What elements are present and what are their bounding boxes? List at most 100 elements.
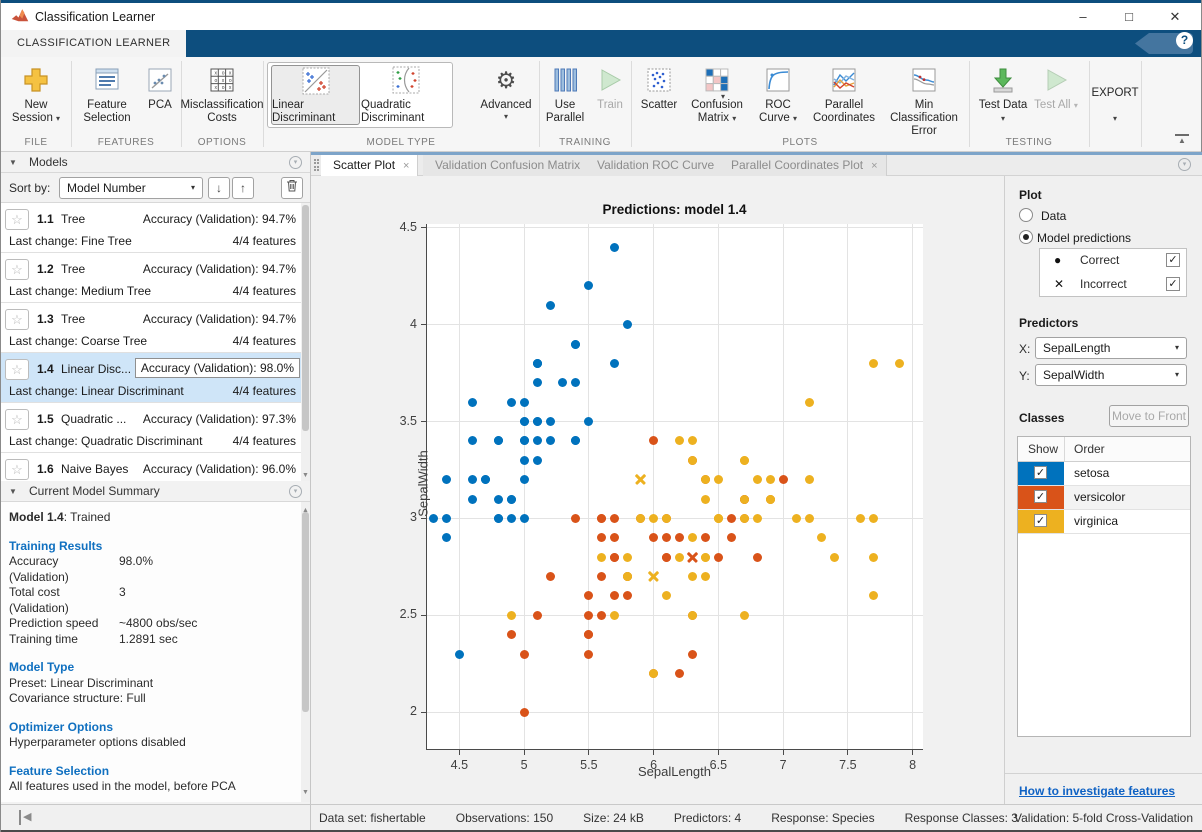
model-list-scrollbar[interactable]: ▼ [301,203,310,481]
collapse-ribbon-button[interactable]: ▲ [1175,134,1189,145]
model-item-1-4-selected[interactable]: ☆ 1.4 Linear Disc... Accuracy (Validatio… [1,353,310,403]
incorrect-checkbox[interactable]: ✓ [1166,277,1180,291]
chart-axes[interactable]: 4.5 5 5.5 6 6.5 7 7.5 8 2 2.5 3 3.5 4 4.5 [400,220,923,772]
correct-checkbox[interactable]: ✓ [1166,253,1180,267]
tabbar-grip[interactable] [314,159,319,171]
model-item-1-3[interactable]: ☆ 1.3 Tree Accuracy (Validation): 94.7% … [1,303,310,353]
class-row-versicolor[interactable]: ✓ versicolor [1018,486,1190,510]
x-predictor-select[interactable]: SepalLength ▾ [1035,337,1187,359]
scroll-down-icon[interactable]: ▼ [301,472,310,479]
chart-title: Predictions: model 1.4 [602,202,747,217]
data-point [467,494,477,504]
data-point [545,300,555,310]
ribbon-section-testing: Test Data ▾ Test All ▾ TESTING [969,57,1089,151]
summary-scrollbar[interactable]: ▲ ▼ [301,502,310,802]
data-point [493,436,503,446]
model-item-1-5[interactable]: ☆ 1.5 Quadratic ... Accuracy (Validation… [1,403,310,453]
data-point [532,436,542,446]
collapse-triangle-icon[interactable]: ▼ [9,481,17,502]
test-data-button[interactable]: Test Data ▾ [977,61,1029,125]
help-icon[interactable]: ? [1176,32,1193,49]
roc-curve-button[interactable]: ROC Curve ▾ [751,61,805,125]
radio-model-predictions-label[interactable]: Model predictions [1037,231,1131,245]
quadratic-discriminant-button[interactable]: Quadratic Discriminant [361,65,450,125]
close-button[interactable]: ✕ [1153,3,1197,30]
plot-controls-panel: Plot Data Model predictions ● Correct ✓ … [1004,176,1202,804]
delete-model-button[interactable] [281,177,303,199]
misclassification-costs-button[interactable]: xoxoxoxox Misclassification Costs [180,61,264,125]
data-point [584,591,594,601]
model-item-1-2[interactable]: ☆ 1.2 Tree Accuracy (Validation): 94.7% … [1,253,310,303]
model-item-1-1[interactable]: ☆ 1.1 Tree Accuracy (Validation): 94.7% … [1,203,310,253]
scroll-down-icon[interactable]: ▼ [301,785,310,801]
sort-descending-button[interactable]: ↓ [208,177,230,199]
feature-selection-button[interactable]: Feature Selection [75,61,139,125]
show-class-checkbox[interactable]: ✓ [1034,490,1047,503]
scrollbar-thumb[interactable] [302,205,309,431]
collapse-triangle-icon[interactable]: ▼ [9,152,17,173]
sort-select[interactable]: Model Number ▾ [59,177,203,199]
pca-button[interactable]: PCA [141,61,179,112]
linear-discriminant-button[interactable]: Linear Discriminant [271,65,360,125]
favorite-star-button[interactable]: ☆ [5,259,29,280]
model-features: 4/4 features [232,234,296,248]
favorite-star-button[interactable]: ☆ [5,209,29,230]
scatter-button[interactable]: Scatter [635,61,683,112]
data-point [610,552,620,562]
panel-options-icon[interactable]: ▾ [289,485,302,498]
favorite-star-button[interactable]: ☆ [5,409,29,430]
data-point [441,533,451,543]
minimize-button[interactable]: – [1061,3,1105,30]
data-point [649,436,659,446]
ribbon-section-features: Feature Selection PCA FEATURES [71,57,181,151]
new-session-button[interactable]: New Session ▾ [5,61,67,125]
model-name: Tree [61,212,86,226]
use-parallel-button[interactable]: Use Parallel [541,61,589,125]
radio-model-predictions[interactable] [1019,230,1033,244]
maximize-button[interactable]: □ [1107,3,1151,30]
svg-text:o: o [229,78,232,84]
radio-data-label[interactable]: Data [1041,209,1066,223]
export-button[interactable]: EXPORT ▾ [1089,87,1141,123]
scrollbar-thumb[interactable] [302,512,309,712]
favorite-star-button[interactable]: ☆ [5,309,29,330]
data-point [506,610,516,620]
use-parallel-label: Use Parallel [545,99,585,124]
data-point [584,281,594,291]
tab-validation-confusion-matrix[interactable]: Validation Confusion Matrix× [423,155,604,176]
data-point [726,513,736,523]
show-class-checkbox[interactable]: ✓ [1034,466,1047,479]
close-icon[interactable]: × [871,160,877,172]
min-classification-error-button[interactable]: Min Classification Error [883,61,965,138]
panel-options-icon[interactable]: ▾ [289,156,302,169]
tab-scatter-plot[interactable]: Scatter Plot × [321,155,419,176]
model-item-1-6[interactable]: ☆ 1.6 Naive Bayes Accuracy (Validation):… [1,453,310,481]
sort-ascending-button[interactable]: ↑ [232,177,254,199]
collapse-left-panel-button[interactable]: ◀ [19,810,31,825]
tab-parallel-coordinates-plot[interactable]: Parallel Coordinates Plot × [719,155,887,176]
classification-learner-window: Classification Learner – □ ✕ CLASSIFICAT… [0,0,1202,832]
model-name: Tree [61,262,86,276]
how-to-investigate-features-link[interactable]: How to investigate features [1019,784,1175,798]
class-row-setosa[interactable]: ✓ setosa [1018,462,1190,486]
scroll-up-icon[interactable]: ▲ [301,503,310,519]
close-icon[interactable]: × [403,160,409,172]
section-label-plots: PLOTS [782,137,818,148]
data-point [532,358,542,368]
advanced-button[interactable]: ⚙ Advanced ▾ [475,61,537,122]
y-predictor-select[interactable]: SepalWidth ▾ [1035,364,1187,386]
radio-data[interactable] [1019,208,1033,222]
data-point [649,533,659,543]
class-row-virginica[interactable]: ✓ virginica [1018,510,1190,534]
favorite-star-button[interactable]: ☆ [5,359,29,380]
favorite-star-button[interactable]: ☆ [5,459,29,480]
section-label-training: TRAINING [559,137,611,148]
show-class-checkbox[interactable]: ✓ [1034,514,1047,527]
tab-classification-learner[interactable]: CLASSIFICATION LEARNER [1,30,187,57]
document-tab-bar: Scatter Plot × Validation Confusion Matri… [311,152,1202,176]
parallel-coordinates-button[interactable]: Parallel Coordinates [807,61,881,125]
document-options-icon[interactable]: ▾ [1178,158,1191,171]
tab-validation-roc-curve[interactable]: Validation ROC Curve× [585,155,738,176]
confusion-matrix-button[interactable]: Confusion Matrix ▾ [685,61,749,125]
data-point [532,417,542,427]
